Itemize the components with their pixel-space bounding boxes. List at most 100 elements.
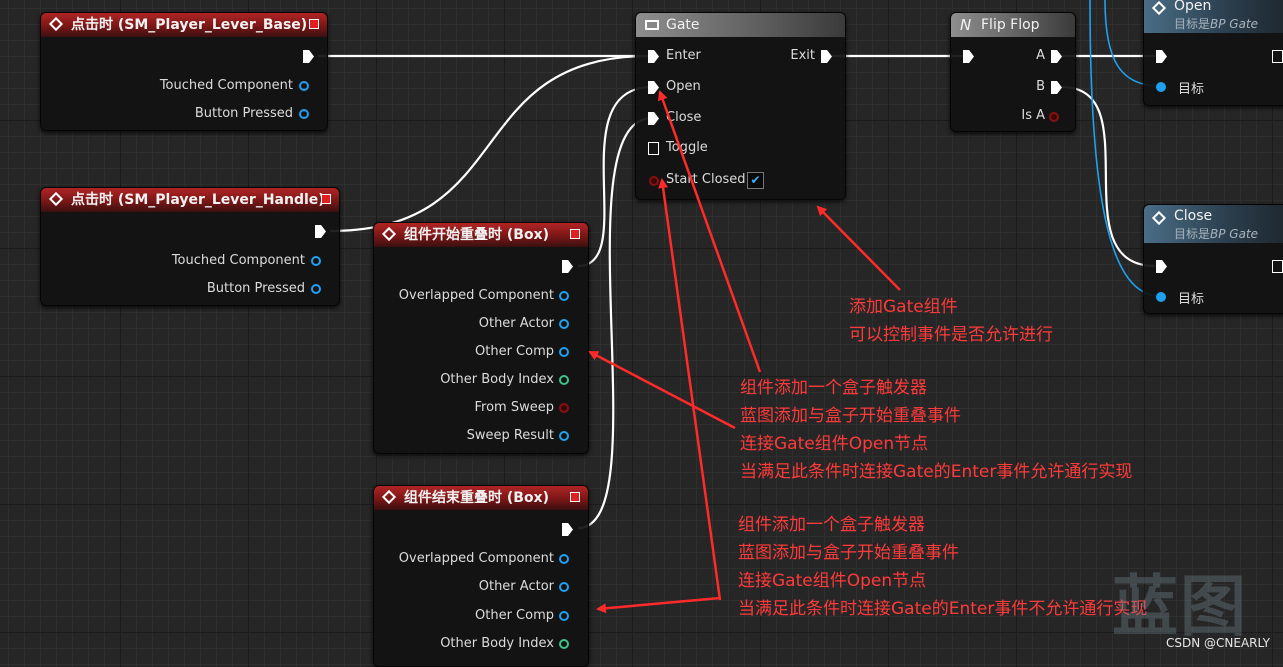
object-pin-icon[interactable] — [299, 81, 309, 91]
pin-label: Enter — [666, 48, 701, 63]
annotation-line: 连接Gate组件Open节点 — [738, 571, 927, 591]
watermark: 蓝图 — [1112, 568, 1248, 645]
node-header[interactable]: Close 目标是BP Gate — [1144, 205, 1283, 243]
event-icon — [381, 226, 397, 242]
int-pin-icon[interactable] — [559, 639, 569, 649]
node-header[interactable]: 点击时 (SM_Player_Lever_Handle) — [41, 188, 339, 212]
node-title: Close — [1174, 208, 1213, 224]
annotation-line: 蓝图添加与盒子开始重叠事件 — [738, 543, 959, 563]
arrow-to-other-comp-begin — [588, 350, 736, 430]
close-exec-pin[interactable] — [648, 112, 659, 125]
object-pin-icon[interactable] — [311, 256, 321, 266]
event-icon — [48, 16, 64, 32]
event-node-overlap-end[interactable]: 组件结束重叠时 (Box) Overlapped Component Other… — [373, 485, 589, 667]
delegate-pin-icon[interactable] — [309, 19, 319, 29]
arrow-to-gate — [816, 205, 901, 291]
object-pin-icon[interactable] — [559, 582, 569, 592]
subtitle-prefix: 目标是 — [1174, 17, 1211, 31]
exec-in-pin[interactable] — [1156, 50, 1167, 63]
target-pin-icon[interactable] — [1156, 82, 1166, 92]
pin-label: Other Body Index — [440, 636, 554, 651]
event-node-touch-base[interactable]: 点击时 (SM_Player_Lever_Base) Touched Compo… — [40, 12, 328, 131]
a-exec-pin[interactable] — [1051, 50, 1062, 63]
bool-pin-icon[interactable] — [559, 403, 569, 413]
exec-out-pin[interactable] — [303, 50, 314, 63]
exec-out-pin[interactable] — [315, 225, 326, 238]
node-header[interactable]: N Flip Flop — [951, 13, 1075, 37]
delegate-pin-icon[interactable] — [570, 492, 580, 502]
pin-label: Other Actor — [478, 316, 554, 331]
int-pin-icon[interactable] — [559, 375, 569, 385]
struct-pin-icon[interactable] — [559, 431, 569, 441]
bool-pin-icon[interactable] — [1049, 112, 1059, 122]
exec-out-pin[interactable] — [1272, 260, 1283, 273]
annotation-line: 组件添加一个盒子触发器 — [740, 378, 927, 398]
gate-node[interactable]: Gate Enter Exit Open Close Toggle Start … — [635, 12, 846, 200]
function-icon — [1151, 0, 1167, 16]
object-pin-icon[interactable] — [299, 109, 309, 119]
subtitle-target: BP Gate — [1210, 227, 1259, 241]
pin-label: Is A — [1021, 108, 1045, 123]
pin-label: Other Comp — [475, 608, 554, 623]
macro-icon: N — [960, 16, 972, 34]
node-header[interactable]: Open 目标是BP Gate — [1144, 0, 1283, 33]
pin-label: Button Pressed — [206, 281, 305, 296]
pin-label: Start Closed — [666, 172, 746, 187]
annotation-line: 可以控制事件是否允许进行 — [849, 325, 1053, 345]
exec-out-pin[interactable] — [562, 260, 573, 273]
exec-in-pin[interactable] — [963, 50, 974, 63]
annotation-line: 添加Gate组件 — [849, 297, 958, 317]
enter-exec-pin[interactable] — [648, 50, 659, 63]
event-node-overlap-begin[interactable]: 组件开始重叠时 (Box) Overlapped Component Other… — [373, 222, 589, 454]
begin-overlap-annotation: 组件添加一个盒子触发器 蓝图添加与盒子开始重叠事件 连接Gate组件Open节点… — [740, 374, 1132, 486]
end-overlap-annotation: 组件添加一个盒子触发器 蓝图添加与盒子开始重叠事件 连接Gate组件Open节点… — [738, 511, 1147, 623]
b-exec-pin[interactable] — [1051, 81, 1062, 94]
node-subtitle: 目标是BP Gate — [1174, 17, 1258, 31]
exec-out-pin[interactable] — [562, 523, 573, 536]
open-exec-pin[interactable] — [648, 81, 659, 94]
pin-label: Toggle — [666, 140, 708, 155]
pin-label: 目标 — [1178, 82, 1205, 97]
pin-label: Close — [666, 110, 702, 125]
node-title: 组件结束重叠时 (Box) — [404, 490, 549, 506]
delegate-pin-icon[interactable] — [570, 229, 580, 239]
bool-pin-icon[interactable] — [649, 176, 659, 186]
node-header[interactable]: 组件开始重叠时 (Box) — [374, 223, 588, 247]
subtitle-prefix: 目标是 — [1174, 227, 1211, 241]
pin-label: Touched Component — [171, 253, 305, 268]
pin-label: Other Comp — [475, 344, 554, 359]
close-function-node[interactable]: Close 目标是BP Gate 目标 — [1143, 204, 1283, 314]
object-pin-icon[interactable] — [559, 347, 569, 357]
node-subtitle: 目标是BP Gate — [1174, 227, 1258, 241]
node-header[interactable]: Gate — [636, 13, 845, 37]
node-title: 组件开始重叠时 (Box) — [404, 227, 549, 243]
delegate-pin-icon[interactable] — [321, 194, 331, 204]
node-title: Gate — [666, 17, 700, 33]
exec-out-pin[interactable] — [1272, 50, 1283, 63]
pin-label: A — [1036, 48, 1045, 63]
annotation-line: 当满足此条件时连接Gate的Enter事件不允许通行实现 — [738, 599, 1148, 619]
node-title: 点击时 (SM_Player_Lever_Handle) — [71, 192, 325, 208]
exec-in-pin[interactable] — [1156, 260, 1167, 273]
event-node-touch-handle[interactable]: 点击时 (SM_Player_Lever_Handle) Touched Com… — [40, 187, 340, 306]
toggle-exec-pin[interactable] — [648, 142, 659, 155]
object-pin-icon[interactable] — [559, 319, 569, 329]
object-pin-icon[interactable] — [559, 611, 569, 621]
pin-label: Button Pressed — [194, 106, 293, 121]
target-pin-icon[interactable] — [1156, 292, 1166, 302]
object-pin-icon[interactable] — [559, 554, 569, 564]
subtitle-target: BP Gate — [1210, 17, 1259, 31]
event-icon — [381, 489, 397, 505]
pin-label: From Sweep — [474, 400, 554, 415]
flipflop-node[interactable]: N Flip Flop A B Is A — [950, 12, 1076, 132]
object-pin-icon[interactable] — [559, 291, 569, 301]
open-function-node[interactable]: Open 目标是BP Gate 目标 — [1143, 0, 1283, 106]
node-header[interactable]: 点击时 (SM_Player_Lever_Base) — [41, 13, 327, 37]
pin-label: Overlapped Component — [398, 288, 554, 303]
annotation-line: 蓝图添加与盒子开始重叠事件 — [740, 406, 961, 426]
exit-exec-pin[interactable] — [821, 50, 832, 63]
object-pin-icon[interactable] — [311, 284, 321, 294]
node-header[interactable]: 组件结束重叠时 (Box) — [374, 486, 588, 510]
node-title: Open — [1174, 0, 1212, 14]
start-closed-checkbox[interactable]: ✔ — [747, 172, 764, 189]
